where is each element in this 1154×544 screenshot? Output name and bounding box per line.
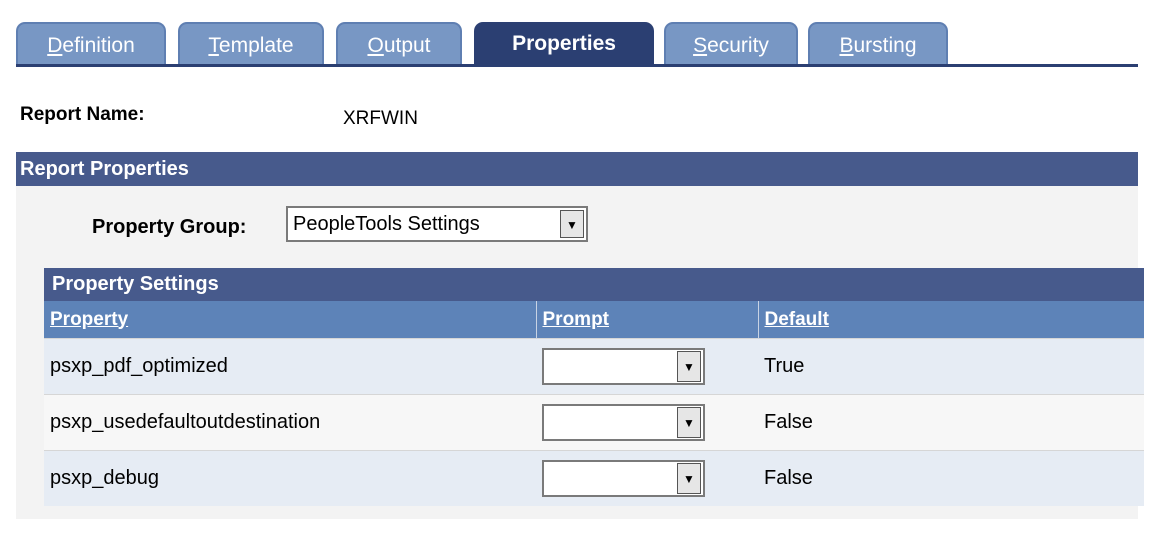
tab-template[interactable]: Template <box>178 22 324 65</box>
report-properties-header: Report Properties <box>16 152 1138 186</box>
property-cell: psxp_usedefaultoutdestination <box>44 394 536 451</box>
property-settings-grid: Property Settings Property Prompt Defaul… <box>44 268 1144 506</box>
table-row: psxp_pdf_optimized ▼ True <box>44 338 1144 395</box>
tab-definition[interactable]: Definition <box>16 22 166 65</box>
property-group-value: PeopleTools Settings <box>293 213 480 235</box>
table-row: psxp_debug ▼ False <box>44 450 1144 506</box>
report-properties-panel: Report Properties Property Group: People… <box>16 152 1144 519</box>
tab-properties[interactable]: Properties <box>474 22 654 65</box>
prompt-select[interactable]: ▼ <box>542 348 705 385</box>
column-header-default[interactable]: Default <box>757 301 1144 339</box>
dropdown-arrow-icon[interactable]: ▼ <box>677 407 701 438</box>
report-name-label: Report Name: <box>20 104 145 125</box>
property-group-label: Property Group: <box>92 216 247 238</box>
table-row: psxp_usedefaultoutdestination ▼ False <box>44 394 1144 451</box>
prompt-select[interactable]: ▼ <box>542 460 705 497</box>
tab-bar: Definition Template Output Properties Se… <box>16 22 1138 67</box>
tab-bursting[interactable]: Bursting <box>808 22 948 65</box>
property-cell: psxp_debug <box>44 450 536 506</box>
tab-security[interactable]: Security <box>664 22 798 65</box>
default-cell: False <box>758 394 1144 451</box>
property-group-select[interactable]: PeopleTools Settings ▼ <box>286 206 588 242</box>
tab-baseline <box>16 64 1138 67</box>
property-cell: psxp_pdf_optimized <box>44 338 536 395</box>
prompt-select[interactable]: ▼ <box>542 404 705 441</box>
dropdown-arrow-icon[interactable]: ▼ <box>677 351 701 382</box>
dropdown-arrow-icon[interactable]: ▼ <box>560 210 584 238</box>
report-name-value: XRFWIN <box>343 108 418 129</box>
property-settings-title: Property Settings <box>44 268 1144 301</box>
column-header-prompt[interactable]: Prompt <box>535 301 758 339</box>
dropdown-arrow-icon[interactable]: ▼ <box>677 463 701 494</box>
default-cell: True <box>758 338 1144 395</box>
default-cell: False <box>758 450 1144 506</box>
column-header-property[interactable]: Property <box>44 301 536 339</box>
property-settings-table: Property Prompt Default psxp_pdf_optimiz… <box>44 301 1144 506</box>
tab-output[interactable]: Output <box>336 22 462 65</box>
